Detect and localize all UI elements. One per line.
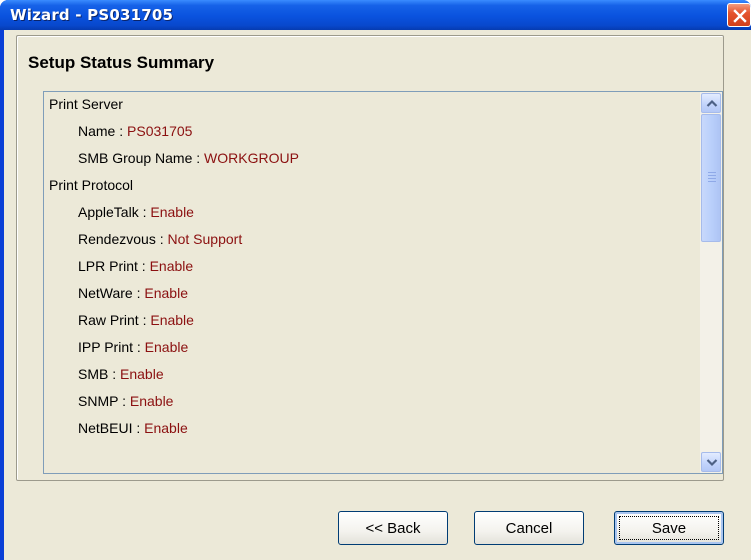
summary-item: SMB : Enable [78,364,164,384]
scroll-thumb[interactable] [701,114,721,242]
summary-section-header: Print Protocol [49,175,133,195]
close-button[interactable] [727,3,751,27]
item-label: SMB Group Name [78,150,193,166]
item-value: Enable [144,339,189,355]
item-separator: : [138,204,151,220]
summary-item: AppleTalk : Enable [78,202,194,222]
item-separator: : [132,285,145,301]
item-label: Rendezvous [78,231,156,247]
item-label: Raw Print [78,312,139,328]
summary-item: IPP Print : Enable [78,337,188,357]
item-value: PS031705 [127,123,193,139]
item-value: Not Support [167,231,243,247]
close-icon [733,9,747,23]
summary-item: SMB Group Name : WORKGROUP [78,148,299,168]
item-value: Enable [149,258,194,274]
section-label: Print Server [49,96,123,112]
item-value: Enable [150,312,194,328]
item-value: Enable [150,204,194,220]
save-button[interactable]: Save [614,511,724,545]
item-separator: : [192,150,205,166]
item-value: Enable [129,393,174,409]
summary-section-header: Print Server [49,94,123,114]
chevron-up-icon [706,99,718,107]
item-separator: : [115,123,128,139]
section-label: Print Protocol [49,177,134,193]
summary-heading: Setup Status Summary [28,53,215,72]
scroll-up-button[interactable] [701,93,721,113]
scroll-down-button[interactable] [701,452,721,472]
item-value: Enable [144,420,188,436]
item-label: SNMP [78,393,119,409]
item-separator: : [108,366,121,382]
item-separator: : [133,339,145,355]
item-value: Enable [144,285,188,301]
cancel-button[interactable]: Cancel [474,511,584,545]
summary-item: NetBEUI : Enable [78,418,188,438]
item-separator: : [132,420,145,436]
summary-item: LPR Print : Enable [78,256,193,276]
item-label: IPP Print [78,339,133,355]
summary-list-content: Print Server Name : PS031705 SMB Group Nam… [44,92,694,473]
summary-item: Rendezvous : Not Support [78,229,242,249]
item-separator: : [138,312,151,328]
item-label: Name [78,123,116,139]
item-separator: : [155,231,168,247]
summary-item: NetWare : Enable [78,283,188,303]
item-value: WORKGROUP [204,150,299,166]
item-label: SMB [78,366,109,382]
title-bar[interactable]: Wizard - PS031705 [0,0,751,30]
item-separator: : [118,393,130,409]
summary-item: SNMP : Enable [78,391,173,411]
back-button[interactable]: << Back [338,511,448,545]
item-separator: : [137,258,150,274]
item-label: LPR Print [78,258,138,274]
status-summary-list[interactable]: Print Server Name : PS031705 SMB Group Nam… [43,91,723,474]
vertical-scrollbar[interactable] [700,92,722,473]
item-value: Enable [120,366,164,382]
window-title: Wizard - PS031705 [10,6,174,24]
item-label: NetBEUI [78,420,133,436]
item-label: AppleTalk [78,204,139,220]
wizard-window: Wizard - PS031705 Setup Status Summary P… [0,0,751,560]
item-label: NetWare [78,285,133,301]
summary-item: Name : PS031705 [78,121,192,141]
summary-item: Raw Print : Enable [78,310,194,330]
chevron-down-icon [706,459,718,467]
